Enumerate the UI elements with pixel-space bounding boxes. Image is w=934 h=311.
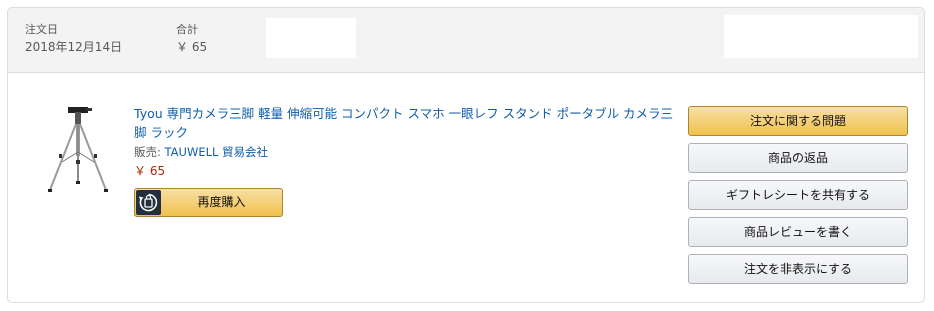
order-total-label: 合計 xyxy=(176,23,198,36)
redacted-box xyxy=(724,15,918,58)
order-card: 注文日 2018年12月14日 合計 ￥ 65 Tyou 専門カメラ三脚 軽量 … xyxy=(7,7,925,303)
order-header: 注文日 2018年12月14日 合計 ￥ 65 xyxy=(8,8,924,73)
item-price: ￥ 65 xyxy=(134,164,166,178)
order-date-value: 2018年12月14日 xyxy=(25,40,123,54)
rebuy-icon xyxy=(136,190,161,215)
order-date: 注文日 2018年12月14日 xyxy=(25,22,122,56)
buy-again-button[interactable]: 再度購入 xyxy=(134,188,283,217)
write-review-button[interactable]: 商品レビューを書く xyxy=(688,217,908,247)
seller-prefix: 販売: xyxy=(134,145,165,159)
tripod-product-image[interactable] xyxy=(46,104,110,196)
return-item-button[interactable]: 商品の返品 xyxy=(688,143,908,173)
order-total-value: ￥ 65 xyxy=(176,40,208,54)
share-gift-receipt-button[interactable]: ギフトレシートを共有する xyxy=(688,180,908,210)
hide-order-button[interactable]: 注文を非表示にする xyxy=(688,254,908,284)
order-total: 合計 ￥ 65 xyxy=(176,22,207,56)
order-problem-button[interactable]: 注文に関する問題 xyxy=(688,106,908,136)
redacted-box xyxy=(266,18,356,58)
seller-info: 販売: TAUWELL 貿易会社 xyxy=(134,144,268,160)
seller-link[interactable]: TAUWELL 貿易会社 xyxy=(165,145,269,159)
buy-again-label: 再度購入 xyxy=(197,195,246,209)
product-title-link[interactable]: Tyou 専門カメラ三脚 軽量 伸縮可能 コンパクト スマホ 一眼レフ スタンド… xyxy=(134,104,674,142)
order-date-label: 注文日 xyxy=(25,23,58,36)
